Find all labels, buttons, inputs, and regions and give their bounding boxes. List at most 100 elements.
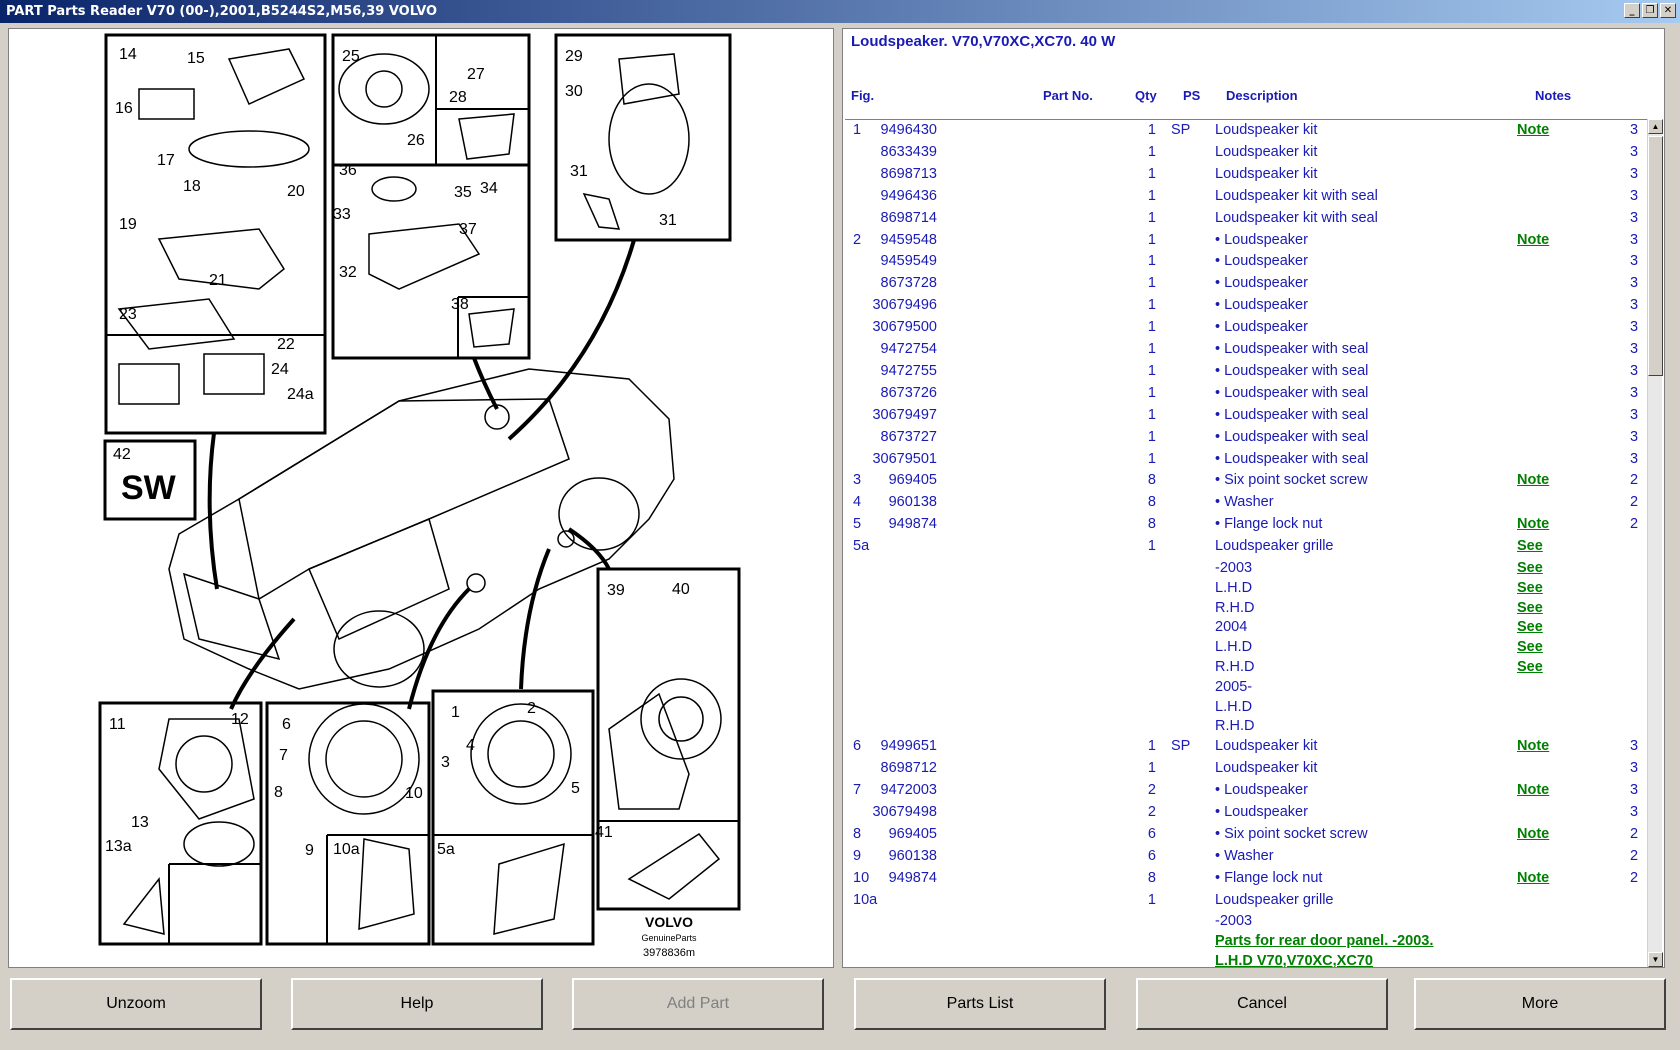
table-row[interactable]: 2005- [845, 679, 1651, 700]
table-row[interactable]: 8698712 1 Loudspeaker kit 3 [845, 760, 1651, 781]
callout-27: 27 [467, 66, 485, 83]
table-row[interactable]: 3 969405 8 • Six point socket screw Note 2 [845, 472, 1651, 493]
qty-cell: 1 [1147, 341, 1156, 357]
parts-list-button[interactable]: Parts List [854, 978, 1106, 1030]
table-row[interactable]: 5 949874 8 • Flange lock nut Note 2 [845, 516, 1651, 537]
table-row[interactable]: 10a 1 Loudspeaker grille [845, 892, 1651, 913]
table-row[interactable]: 9 960138 6 • Washer 2 [845, 848, 1651, 869]
note-link[interactable]: See [1517, 639, 1543, 655]
table-row[interactable]: L.H.D V70,V70XC,XC70 [845, 953, 1651, 967]
part-number-cell: 9472755 [880, 362, 937, 379]
add-part-button[interactable]: Add Part [572, 978, 824, 1030]
table-row[interactable]: R.H.D See [845, 659, 1651, 680]
parts-scrollbar[interactable]: ▲ ▼ [1647, 119, 1663, 967]
description-cell: • Loudspeaker [1215, 297, 1308, 314]
description-cell: • Loudspeaker [1215, 231, 1308, 248]
description-cell: • Flange lock nut [1215, 516, 1323, 533]
note-link[interactable]: See [1517, 580, 1543, 596]
description-cell: • Loudspeaker with seal [1215, 362, 1369, 379]
unzoom-button[interactable]: Unzoom [10, 978, 262, 1030]
diagram-pane[interactable]: 14 15 16 17 18 19 20 21 22 23 24 24a 25 … [8, 28, 834, 968]
close-button[interactable]: ✕ [1660, 3, 1676, 18]
qty-cell: 1 [1147, 122, 1156, 138]
table-row[interactable]: L.H.D See [845, 580, 1651, 601]
note-link[interactable]: Note [1517, 870, 1549, 886]
table-row[interactable]: 8673726 1 • Loudspeaker with seal 3 [845, 385, 1651, 406]
table-row[interactable]: -2003 See [845, 560, 1651, 581]
table-row[interactable]: 10 949874 8 • Flange lock nut Note 2 [845, 870, 1651, 891]
title-bar: PART Parts Reader V70 (00-),2001,B5244S2… [0, 0, 1680, 23]
table-row[interactable]: L.H.D [845, 699, 1651, 720]
description-cell: Loudspeaker kit [1215, 165, 1318, 182]
table-row[interactable]: L.H.D See [845, 639, 1651, 660]
table-row[interactable]: 8698713 1 Loudspeaker kit 3 [845, 166, 1651, 187]
note-link[interactable]: See [1517, 619, 1543, 635]
restore-button[interactable]: ❐ [1642, 3, 1658, 18]
table-row[interactable]: 7 9472003 2 • Loudspeaker Note 3 [845, 782, 1651, 803]
table-row[interactable]: 8 969405 6 • Six point socket screw Note 2 [845, 826, 1651, 847]
qty-cell: 1 [1147, 209, 1156, 226]
help-button[interactable]: Help [291, 978, 543, 1030]
table-row[interactable]: 9472754 1 • Loudspeaker with seal 3 [845, 341, 1651, 362]
note-link[interactable]: Note [1517, 516, 1549, 532]
table-row[interactable]: 8698714 1 Loudspeaker kit with seal 3 [845, 210, 1651, 231]
description-cell: L.H.D [1215, 639, 1253, 656]
table-row[interactable]: 30679498 2 • Loudspeaker 3 [845, 804, 1651, 825]
table-row[interactable]: 9472755 1 • Loudspeaker with seal 3 [845, 363, 1651, 384]
exploded-diagram[interactable]: 14 15 16 17 18 19 20 21 22 23 24 24a 25 … [9, 29, 833, 967]
qty-cell: 1 [1147, 165, 1156, 182]
rear-door-parts-link[interactable]: Parts for rear door panel. -2003. [1215, 933, 1433, 949]
note-link[interactable]: Note [1517, 738, 1549, 754]
table-row[interactable]: 1 9496430 1 SP Loudspeaker kit Note 3 [845, 122, 1651, 143]
table-row[interactable]: 30679497 1 • Loudspeaker with seal 3 [845, 407, 1651, 428]
qty-cell: 1 [1147, 187, 1156, 204]
table-row[interactable]: 9459549 1 • Loudspeaker 3 [845, 253, 1651, 274]
table-row[interactable]: 9496436 1 Loudspeaker kit with seal 3 [845, 188, 1651, 209]
table-row[interactable]: 8673727 1 • Loudspeaker with seal 3 [845, 429, 1651, 450]
notes-count-cell: 3 [1630, 341, 1639, 357]
note-link[interactable]: Note [1517, 782, 1549, 798]
scroll-down-arrow[interactable]: ▼ [1648, 952, 1663, 967]
qty-cell: 1 [1147, 406, 1156, 423]
note-link[interactable]: Note [1517, 472, 1549, 488]
note-link[interactable]: See [1517, 560, 1543, 576]
table-row[interactable]: R.H.D See [845, 600, 1651, 621]
volvo-logo: VOLVO [645, 914, 693, 930]
table-row[interactable]: 8673728 1 • Loudspeaker 3 [845, 275, 1651, 296]
table-row[interactable]: Parts for rear door panel. -2003. [845, 933, 1651, 954]
more-button[interactable]: More [1414, 978, 1666, 1030]
header-notes: Notes [1535, 88, 1572, 103]
table-row[interactable]: R.H.D [845, 718, 1651, 739]
table-row[interactable]: 6 9499651 1 SP Loudspeaker kit Note 3 [845, 738, 1651, 759]
description-cell: Loudspeaker kit with seal [1215, 187, 1378, 204]
callout-14: 14 [119, 46, 137, 63]
notes-count-cell: 2 [1630, 825, 1639, 842]
part-number-cell: 9459548 [880, 231, 937, 248]
table-row[interactable]: 5a 1 Loudspeaker grille See [845, 538, 1651, 559]
note-link[interactable]: Note [1517, 826, 1549, 842]
description-cell: -2003 [1215, 560, 1253, 576]
qty-cell: 2 [1147, 803, 1156, 820]
note-link[interactable]: Note [1517, 122, 1549, 138]
note-link[interactable]: See [1517, 659, 1543, 675]
scroll-thumb[interactable] [1648, 136, 1663, 376]
part-number-cell: 8698713 [880, 165, 937, 182]
table-row[interactable]: 2004 See [845, 619, 1651, 640]
table-row[interactable]: 8633439 1 Loudspeaker kit 3 [845, 144, 1651, 165]
table-row[interactable]: 30679496 1 • Loudspeaker 3 [845, 297, 1651, 318]
table-row[interactable]: 30679500 1 • Loudspeaker 3 [845, 319, 1651, 340]
parts-list[interactable]: 1 9496430 1 SP Loudspeaker kit Note 3 8633439 1 L… [845, 119, 1651, 967]
callout-26: 26 [407, 132, 425, 149]
description-cell: • Loudspeaker with seal [1215, 428, 1369, 445]
table-row[interactable]: 2 9459548 1 • Loudspeaker Note 3 [845, 232, 1651, 253]
note-link[interactable]: See [1517, 600, 1543, 616]
note-link[interactable]: Note [1517, 232, 1549, 248]
cancel-button[interactable]: Cancel [1136, 978, 1388, 1030]
minimize-button[interactable]: _ [1624, 3, 1640, 18]
scroll-up-arrow[interactable]: ▲ [1648, 119, 1663, 134]
table-row[interactable]: -2003 [845, 913, 1651, 934]
rear-door-parts-link[interactable]: L.H.D V70,V70XC,XC70 [1215, 953, 1373, 967]
note-link[interactable]: See [1517, 538, 1543, 554]
table-row[interactable]: 30679501 1 • Loudspeaker with seal 3 [845, 451, 1651, 472]
table-row[interactable]: 4 960138 8 • Washer 2 [845, 494, 1651, 515]
